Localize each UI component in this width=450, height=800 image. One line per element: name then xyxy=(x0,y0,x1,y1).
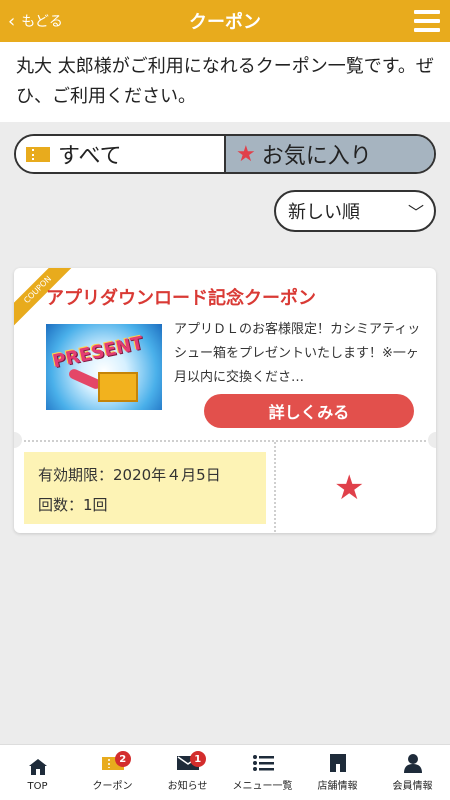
filter-all-button[interactable]: すべて xyxy=(16,136,226,172)
coupon-title: アプリダウンロード記念クーポン xyxy=(46,288,316,309)
home-icon xyxy=(27,757,49,777)
coupon-badge: 2 xyxy=(114,751,131,767)
tab-news-label: お知らせ xyxy=(167,781,208,792)
tab-menu-list-label: メニュー一覧 xyxy=(232,781,293,792)
coupon-image-text: PRESENT xyxy=(50,332,146,373)
tab-top-label: TOP xyxy=(27,781,48,792)
coupon-usage-count: 回数：1回 xyxy=(38,496,108,514)
coupon-divider xyxy=(24,440,426,442)
store-icon xyxy=(327,753,349,773)
ticket-icon xyxy=(26,146,50,162)
tab-store-info[interactable]: 店舗情報 xyxy=(300,745,375,800)
app-header: ‹ もどる クーポン xyxy=(0,0,450,42)
coupon-expiry-date: 有効期限：2020年４月5日 xyxy=(38,466,221,484)
tab-store-info-label: 店舗情報 xyxy=(317,781,358,792)
star-icon: ★ xyxy=(236,141,256,167)
back-button[interactable]: ‹ もどる xyxy=(8,0,63,42)
filter-favorites-label: お気に入り xyxy=(261,144,372,169)
tab-top[interactable]: TOP xyxy=(0,745,75,800)
news-badge: 1 xyxy=(189,751,206,767)
person-icon xyxy=(402,753,424,773)
tab-news[interactable]: 1 お知らせ xyxy=(150,745,225,800)
coupon-description: アプリＤＬのお客様限定！カシミアティッシュー箱をプレゼントいたします！※一ヶ月以… xyxy=(174,322,421,385)
coupon-card: COUPON アプリダウンロード記念クーポン PRESENT アプリＤＬのお客様… xyxy=(14,268,436,533)
sort-select[interactable]: 新しい順 ﹀ xyxy=(274,190,436,232)
favorite-star-icon[interactable]: ★ xyxy=(334,468,364,508)
tab-member-info[interactable]: 会員情報 xyxy=(375,745,450,800)
filter-all-label: すべて xyxy=(58,144,122,169)
tab-coupon-label: クーポン xyxy=(92,781,133,792)
filter-favorites-button[interactable]: ★ お気に入り xyxy=(226,136,434,172)
chevron-down-icon: ﹀ xyxy=(407,203,424,222)
chevron-left-icon: ‹ xyxy=(8,10,16,32)
list-icon xyxy=(252,753,274,773)
page-title: クーポン xyxy=(189,12,261,33)
hamburger-menu-icon[interactable] xyxy=(414,10,440,32)
tab-member-info-label: 会員情報 xyxy=(392,781,433,792)
tab-coupon[interactable]: 2 クーポン xyxy=(75,745,150,800)
sort-selected-value: 新しい順 xyxy=(288,202,360,223)
coupon-image: PRESENT xyxy=(46,324,162,410)
bottom-tab-bar: TOP 2 クーポン 1 お知らせ メニュー一覧 店舗情報 会員情報 xyxy=(0,744,450,800)
filter-toggle: すべて ★ お気に入り xyxy=(14,134,436,174)
coupon-detail-button[interactable]: 詳しくみる xyxy=(204,394,414,428)
back-label: もどる xyxy=(21,14,63,30)
coupon-expiry-box: 有効期限：2020年４月5日 回数：1回 xyxy=(24,452,266,524)
coupon-notch-left xyxy=(14,432,22,448)
intro-text: 丸大 太郎様がご利用になれるクーポン一覧です。ぜひ、ご利用ください。 xyxy=(0,42,450,122)
tab-menu-list[interactable]: メニュー一覧 xyxy=(225,745,300,800)
coupon-vertical-divider xyxy=(274,442,276,532)
coupon-notch-right xyxy=(428,432,436,448)
gift-box-shape xyxy=(98,372,138,402)
